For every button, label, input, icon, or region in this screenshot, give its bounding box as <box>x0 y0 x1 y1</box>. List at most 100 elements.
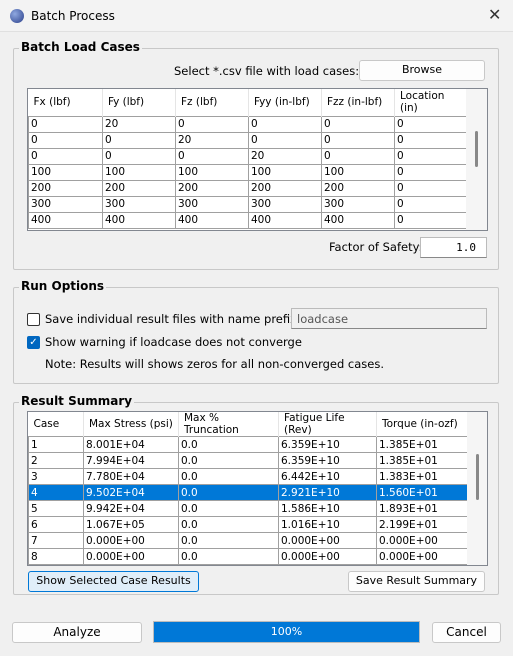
table-cell[interactable]: 6.359E+10 <box>278 452 377 469</box>
table-cell[interactable]: 20 <box>102 115 176 133</box>
table-cell[interactable]: 0.0 <box>178 548 279 565</box>
table-cell[interactable]: 0.0 <box>178 468 279 485</box>
close-icon[interactable]: ✕ <box>488 5 501 24</box>
table-cell[interactable]: 0.000E+00 <box>278 532 377 549</box>
table-row[interactable]: 7 0.000E+00 0.0 0.000E+00 0.000E+00 <box>28 532 468 549</box>
table-row[interactable]: 5 9.942E+04 0.0 1.586E+10 1.893E+01 <box>28 500 468 517</box>
table-cell[interactable]: 7 <box>28 532 84 549</box>
table-cell[interactable]: 0 <box>28 147 103 165</box>
factor-of-safety-input[interactable]: 1.0 <box>420 237 487 258</box>
table-cell[interactable]: 6.442E+10 <box>278 468 377 485</box>
table-cell[interactable]: 100 <box>102 163 176 181</box>
column-header[interactable]: Torque (in-ozf) <box>376 412 468 437</box>
table-cell[interactable]: 200 <box>102 179 176 197</box>
table-cell[interactable]: 1.067E+05 <box>83 516 179 533</box>
table-cell[interactable]: 6 <box>28 516 84 533</box>
table-cell[interactable]: 200 <box>248 179 322 197</box>
table-cell[interactable]: 0.0 <box>178 500 279 517</box>
table-row[interactable]: 100 100 100 100 100 0 <box>28 163 467 181</box>
table-cell[interactable]: 0 <box>102 147 176 165</box>
table-cell[interactable]: 7.780E+04 <box>83 468 179 485</box>
scrollbar-thumb[interactable] <box>476 454 479 500</box>
table-cell[interactable]: 2.199E+01 <box>376 516 468 533</box>
table-cell[interactable]: 0 <box>394 163 467 181</box>
save-result-summary-button[interactable]: Save Result Summary <box>348 571 485 592</box>
table-cell[interactable]: 300 <box>248 195 322 213</box>
table-cell[interactable]: 2 <box>28 452 84 469</box>
column-header[interactable]: Fatigue Life (Rev) <box>278 412 377 437</box>
table-cell[interactable]: 9.502E+04 <box>83 484 179 501</box>
table-cell[interactable]: 0.0 <box>178 516 279 533</box>
table-cell[interactable]: 4 <box>28 484 84 501</box>
table-row[interactable]: 0 0 20 0 0 0 <box>28 131 467 149</box>
table-cell[interactable]: 300 <box>175 195 249 213</box>
table-cell[interactable]: 9.942E+04 <box>83 500 179 517</box>
table-cell[interactable]: 300 <box>321 195 395 213</box>
show-warning-checkbox[interactable]: ✓ <box>27 336 40 349</box>
table-cell[interactable]: 0.000E+00 <box>278 548 377 565</box>
table-cell[interactable]: 100 <box>321 163 395 181</box>
column-header[interactable]: Max % Truncation <box>178 412 279 437</box>
table-row[interactable]: 0 0 0 20 0 0 <box>28 147 467 165</box>
table-cell[interactable]: 1.385E+01 <box>376 452 468 469</box>
cancel-button[interactable]: Cancel <box>432 622 501 643</box>
table-cell[interactable]: 7.994E+04 <box>83 452 179 469</box>
table-cell[interactable]: 0 <box>175 147 249 165</box>
table-cell[interactable]: 0 <box>321 147 395 165</box>
table-cell[interactable]: 0 <box>394 195 467 213</box>
table-cell[interactable]: 0.000E+00 <box>376 532 468 549</box>
column-header[interactable]: Max Stress (psi) <box>83 412 179 437</box>
table-cell[interactable]: 400 <box>175 211 249 229</box>
table-cell[interactable]: 20 <box>248 147 322 165</box>
table-cell[interactable]: 400 <box>28 211 103 229</box>
table-cell[interactable]: 6.359E+10 <box>278 436 377 453</box>
table-cell[interactable]: 8.001E+04 <box>83 436 179 453</box>
table-cell[interactable]: 2.921E+10 <box>278 484 377 501</box>
table-cell[interactable]: 0 <box>394 147 467 165</box>
scrollbar[interactable] <box>467 412 487 565</box>
show-selected-case-results-button[interactable]: Show Selected Case Results <box>28 571 199 592</box>
column-header[interactable]: Fy (lbf) <box>102 89 176 116</box>
table-cell[interactable]: 1.586E+10 <box>278 500 377 517</box>
table-row[interactable]: 0 20 0 0 0 0 <box>28 115 467 133</box>
table-row[interactable]: 6 1.067E+05 0.0 1.016E+10 2.199E+01 <box>28 516 468 533</box>
table-row[interactable]: 200 200 200 200 200 0 <box>28 179 467 197</box>
save-individual-checkbox[interactable] <box>27 313 40 326</box>
column-header[interactable]: Fx (lbf) <box>28 89 103 116</box>
table-cell[interactable]: 1.893E+01 <box>376 500 468 517</box>
table-row[interactable]: 400 400 400 400 400 0 <box>28 211 467 229</box>
table-cell[interactable]: 200 <box>28 179 103 197</box>
column-header[interactable]: Fyy (in-lbf) <box>248 89 322 116</box>
table-cell[interactable]: 400 <box>102 211 176 229</box>
table-cell[interactable]: 1.383E+01 <box>376 468 468 485</box>
table-cell[interactable]: 0.000E+00 <box>83 532 179 549</box>
prefix-input[interactable]: loadcase <box>291 308 487 329</box>
table-cell[interactable]: 0 <box>394 211 467 229</box>
table-cell[interactable]: 0.0 <box>178 452 279 469</box>
table-cell[interactable]: 20 <box>175 131 249 149</box>
table-row[interactable]: 2 7.994E+04 0.0 6.359E+10 1.385E+01 <box>28 452 468 469</box>
table-cell[interactable]: 0 <box>28 131 103 149</box>
table-cell[interactable]: 0 <box>28 115 103 133</box>
table-row[interactable]: 300 300 300 300 300 0 <box>28 195 467 213</box>
table-cell[interactable]: 200 <box>321 179 395 197</box>
column-header[interactable]: Location (in) <box>394 89 467 116</box>
table-row[interactable]: 8 0.000E+00 0.0 0.000E+00 0.000E+00 <box>28 548 468 565</box>
table-cell[interactable]: 400 <box>321 211 395 229</box>
table-cell[interactable]: 100 <box>28 163 103 181</box>
column-header[interactable]: Fz (lbf) <box>175 89 249 116</box>
table-row[interactable]: 1 8.001E+04 0.0 6.359E+10 1.385E+01 <box>28 436 468 453</box>
table-cell[interactable]: 0 <box>248 115 322 133</box>
table-cell[interactable]: 0 <box>394 115 467 133</box>
table-cell[interactable]: 0 <box>394 131 467 149</box>
table-row[interactable]: 4 9.502E+04 0.0 2.921E+10 1.560E+01 <box>28 484 468 501</box>
table-cell[interactable]: 0 <box>394 179 467 197</box>
table-cell[interactable]: 1.385E+01 <box>376 436 468 453</box>
table-cell[interactable]: 100 <box>175 163 249 181</box>
table-cell[interactable]: 0 <box>321 115 395 133</box>
table-row[interactable]: 3 7.780E+04 0.0 6.442E+10 1.383E+01 <box>28 468 468 485</box>
table-cell[interactable]: 300 <box>102 195 176 213</box>
table-cell[interactable]: 8 <box>28 548 84 565</box>
table-cell[interactable]: 0.0 <box>178 484 279 501</box>
table-cell[interactable]: 3 <box>28 468 84 485</box>
